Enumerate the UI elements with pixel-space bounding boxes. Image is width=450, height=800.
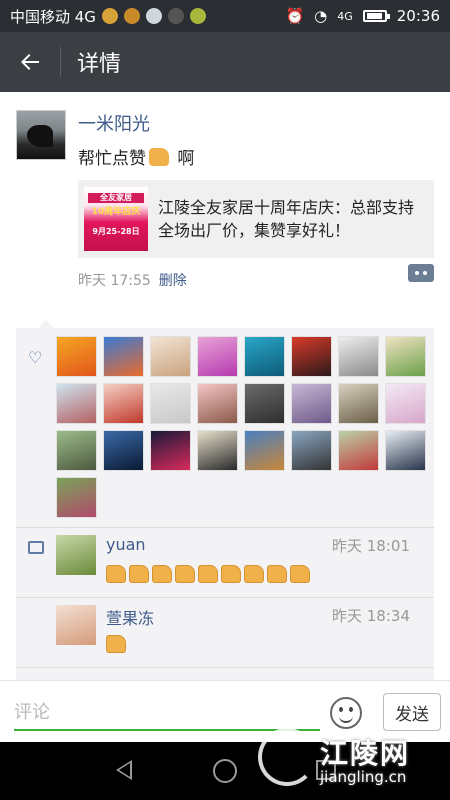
dot-icon	[415, 271, 419, 275]
author-name[interactable]: 一米阳光	[78, 110, 150, 136]
like-avatar[interactable]	[197, 430, 238, 471]
notification-icon	[123, 8, 140, 24]
like-avatar[interactable]	[338, 383, 379, 424]
like-avatar[interactable]	[338, 430, 379, 471]
nav-home-icon[interactable]	[213, 759, 237, 783]
watermark-text: 江陵网	[320, 737, 411, 770]
comment-item[interactable]: yuan 昨天 18:01	[16, 527, 434, 597]
like-avatar[interactable]	[150, 383, 191, 424]
like-avatar[interactable]	[56, 477, 97, 518]
comment-bubble-icon	[28, 541, 44, 554]
like-avatar[interactable]	[103, 336, 144, 377]
comment-time: 昨天 18:34	[332, 607, 410, 625]
thumbs-up-emoji-icon	[244, 565, 264, 583]
thumbs-up-emoji-icon	[129, 565, 149, 583]
like-avatar[interactable]	[56, 430, 97, 471]
weather-icon	[145, 8, 162, 24]
battery-icon	[362, 10, 390, 22]
commenter-name[interactable]: 萱果冻	[106, 605, 154, 629]
like-avatar[interactable]	[291, 430, 332, 471]
nav-back-icon[interactable]	[116, 760, 132, 780]
thumbs-up-emoji-icon	[290, 565, 310, 583]
commenter-avatar[interactable]	[56, 535, 96, 575]
like-avatar[interactable]	[103, 383, 144, 424]
like-avatar[interactable]	[197, 336, 238, 377]
thumbs-up-emoji-icon	[221, 565, 241, 583]
thumbs-up-emoji-icon	[149, 148, 169, 166]
app-icon	[189, 8, 206, 24]
thumbs-up-emoji-icon	[106, 565, 126, 583]
comment-menu-button[interactable]	[408, 264, 434, 282]
panel-divider	[16, 667, 434, 668]
like-avatar[interactable]	[197, 383, 238, 424]
like-avatar[interactable]	[56, 383, 97, 424]
like-avatar[interactable]	[338, 336, 379, 377]
likes-comments-panel: ♡ yuan 昨天 18:01 萱果冻 昨天 18:34	[16, 320, 434, 680]
thumbnail-dates: 9月25-28日	[92, 227, 140, 236]
thumbnail-anniversary: 10周年店庆	[91, 207, 141, 217]
like-avatar[interactable]	[291, 336, 332, 377]
thumbs-up-emoji-icon	[152, 565, 172, 583]
like-avatar[interactable]	[56, 336, 97, 377]
post-text: 帮忙点赞 啊	[78, 144, 194, 169]
arrow-left-icon	[21, 54, 39, 70]
network-label: 4G	[337, 9, 353, 23]
like-avatar[interactable]	[385, 430, 426, 471]
panel-caret	[38, 320, 54, 328]
title-bar: 详情	[0, 32, 450, 92]
thumbs-up-emoji-icon	[198, 565, 218, 583]
commenter-name[interactable]: yuan	[106, 535, 146, 554]
dot-icon	[423, 271, 427, 275]
like-avatar[interactable]	[385, 383, 426, 424]
shared-link-card[interactable]: 全友家居 10周年店庆 9月25-28日 江陵全友家居十周年店庆：总部支持全场出…	[78, 180, 434, 258]
author-avatar[interactable]	[16, 110, 66, 160]
like-avatar[interactable]	[244, 336, 285, 377]
status-left: 中国移动 4G	[10, 6, 206, 27]
thumbnail-brand: 全友家居	[88, 193, 144, 203]
heart-icon: ♡	[28, 348, 43, 367]
notification-icon	[101, 8, 118, 24]
thumbs-up-emoji-icon	[106, 635, 126, 653]
like-avatar[interactable]	[150, 336, 191, 377]
clock: 20:36	[396, 7, 440, 25]
like-avatar[interactable]	[150, 430, 191, 471]
shared-link-title: 江陵全友家居十周年店庆：总部支持全场出厂价，集赞享好礼！	[158, 198, 415, 240]
post-text-after: 啊	[172, 149, 195, 169]
like-avatar[interactable]	[244, 430, 285, 471]
back-button[interactable]	[0, 32, 60, 92]
thumbs-up-emoji-icon	[267, 565, 287, 583]
carrier-label: 中国移动 4G	[10, 7, 96, 26]
watermark-url: jiangling.cn	[320, 768, 407, 786]
delete-link[interactable]: 删除	[159, 273, 187, 289]
post-time: 昨天 17:55	[78, 273, 151, 289]
comment-item[interactable]: 萱果冻 昨天 18:34	[16, 597, 434, 667]
like-avatar[interactable]	[385, 336, 426, 377]
commenter-avatar[interactable]	[56, 605, 96, 645]
post-text-before: 帮忙点赞	[78, 149, 146, 169]
thumbs-up-emoji-icon	[175, 565, 195, 583]
wifi-icon: ◔	[314, 7, 328, 25]
like-avatar[interactable]	[103, 430, 144, 471]
mic-icon	[167, 8, 184, 24]
watermark-logo-icon	[258, 728, 316, 786]
post-meta: 昨天 17:55 删除	[78, 270, 187, 290]
alarm-icon: ⏰	[285, 7, 305, 25]
like-avatar[interactable]	[291, 383, 332, 424]
title-separator	[60, 47, 61, 77]
page-title: 详情	[77, 52, 122, 77]
like-avatar[interactable]	[244, 383, 285, 424]
status-bar: 中国移动 4G ⏰ ◔ 4G 20:36	[0, 0, 450, 32]
likes-grid	[56, 336, 432, 518]
shared-link-thumbnail: 全友家居 10周年店庆 9月25-28日	[84, 187, 148, 251]
comment-time: 昨天 18:01	[332, 537, 410, 555]
comment-body	[106, 635, 126, 653]
watermark: 江陵网 jiangling.cn	[258, 724, 448, 794]
status-right: ⏰ ◔ 4G 20:36	[285, 7, 440, 25]
comment-body	[106, 565, 310, 583]
moment-post: 一米阳光 帮忙点赞 啊 全友家居 10周年店庆 9月25-28日 江陵全友家居十…	[0, 92, 450, 680]
